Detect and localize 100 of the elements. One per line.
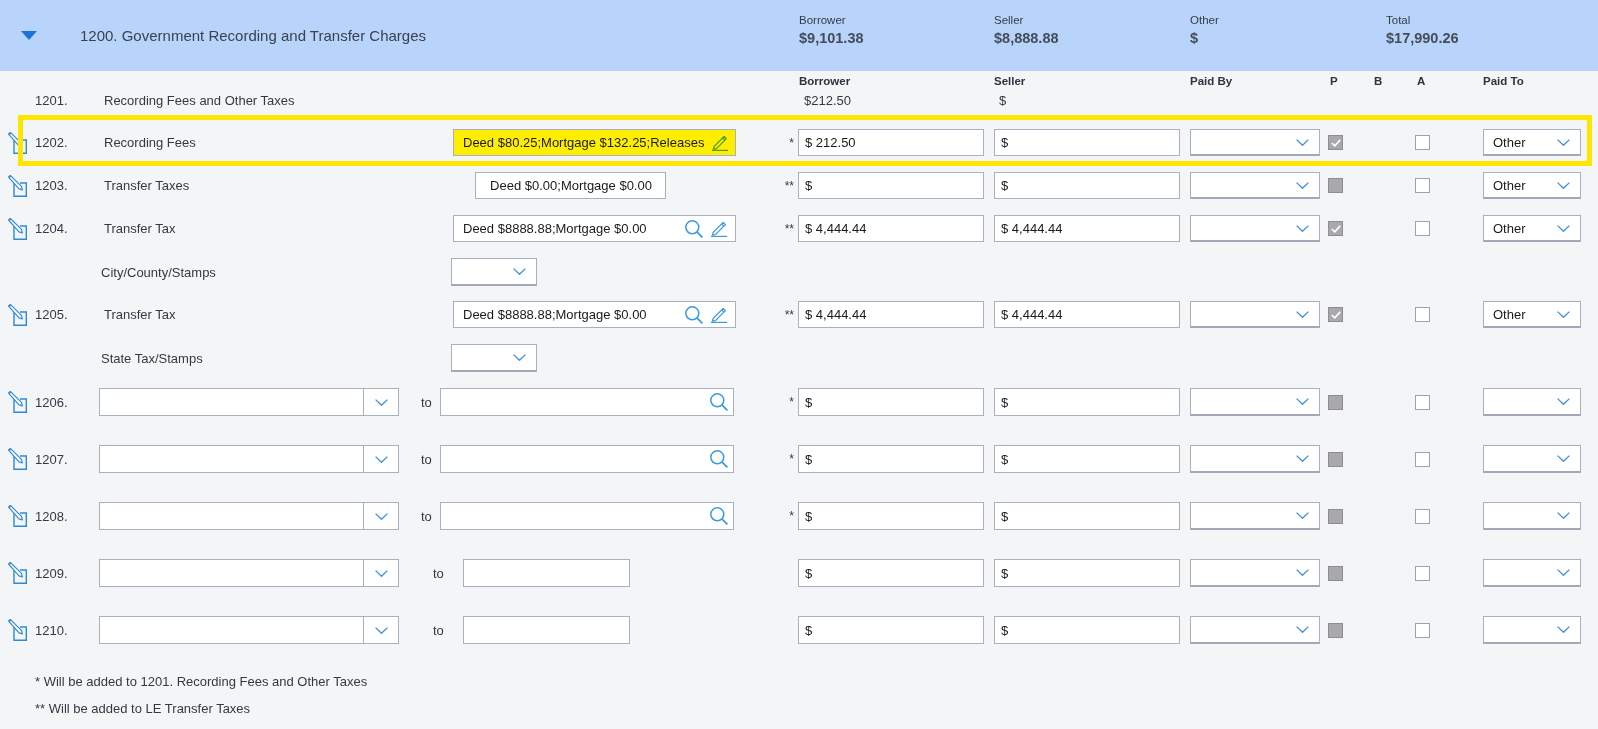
seller-amount-field[interactable]: $ [994,616,1180,644]
paid-by-dropdown[interactable] [1190,616,1320,644]
paid-to-dropdown[interactable]: Other [1483,215,1581,242]
borrower-amount-field[interactable]: $ [798,445,984,473]
a-checkbox[interactable] [1415,221,1430,236]
payee-field[interactable] [463,616,630,644]
caret-icon[interactable] [21,31,37,40]
borrower-amount-field[interactable]: $ [798,559,984,587]
column-header: B [1374,74,1383,87]
payee-field[interactable] [440,388,734,416]
total-amount: $8,888.88 [994,29,1059,47]
pencil-icon[interactable] [711,306,727,323]
paid-to-dropdown[interactable]: Other [1483,129,1581,156]
paid-by-dropdown[interactable] [1190,129,1320,156]
stamps-dropdown[interactable] [451,258,537,286]
seller-amount-field[interactable]: $ [994,559,1180,587]
borrower-amount-field[interactable]: $ [798,172,984,199]
chevron-down-icon [1296,181,1309,189]
a-checkbox[interactable] [1415,508,1430,524]
description-field[interactable]: Deed $0.00;Mortgage $0.00 [475,172,666,199]
pencil-document-icon[interactable] [8,303,27,326]
fee-type-combobox[interactable] [99,502,399,530]
a-checkbox[interactable] [1415,622,1430,638]
search-icon[interactable] [710,507,728,525]
pencil-document-icon[interactable] [8,131,27,154]
a-checkbox[interactable] [1415,178,1430,193]
paid-to-dropdown[interactable] [1483,559,1581,587]
paid-by-dropdown[interactable] [1190,388,1320,416]
footnote-marker: * [789,395,794,409]
to-label: to [421,394,432,410]
paid-by-dropdown[interactable] [1190,502,1320,530]
chevron-down-icon [374,569,388,577]
chevron-down-icon [1557,181,1570,189]
paid-to-dropdown[interactable]: Other [1483,301,1581,328]
seller-amount-field[interactable]: $ [994,445,1180,473]
paid-to-dropdown[interactable] [1483,388,1581,416]
search-icon[interactable] [710,450,728,468]
borrower-amount-field[interactable]: $ 4,444.44 [798,215,984,242]
paid-to-dropdown[interactable]: Other [1483,172,1581,199]
paid-by-dropdown[interactable] [1190,215,1320,242]
description-field[interactable]: Deed $8888.88;Mortgage $0.00 [453,301,736,328]
pencil-document-icon[interactable] [8,217,27,240]
pencil-document-icon[interactable] [8,391,27,413]
borrower-amount-field[interactable]: $ 4,444.44 [798,301,984,328]
footnote-text: ** Will be added to LE Transfer Taxes [35,701,251,716]
paid-by-dropdown[interactable] [1190,445,1320,473]
fee-type-combobox[interactable] [99,445,399,473]
seller-amount-field[interactable]: $ 4,444.44 [994,215,1180,242]
total-amount: $ [1190,29,1199,47]
pencil-document-icon[interactable] [8,619,27,641]
a-checkbox[interactable] [1415,307,1430,322]
search-icon[interactable] [685,305,703,324]
paid-to-dropdown[interactable] [1483,445,1581,473]
fee-type-combobox[interactable] [99,559,399,587]
paid-by-dropdown[interactable] [1190,172,1320,199]
pencil-icon[interactable] [711,220,727,237]
paid-to-dropdown[interactable] [1483,502,1581,530]
paid-to-dropdown[interactable] [1483,616,1581,644]
pencil-icon[interactable] [712,134,729,151]
search-icon[interactable] [685,219,703,238]
stamps-dropdown[interactable] [451,344,537,372]
description-field[interactable]: Deed $80.25;Mortgage $132.25;Releases [453,129,736,156]
fee-label: Recording Fees [104,135,196,150]
pencil-document-icon[interactable] [8,448,27,470]
seller-amount-field[interactable]: $ [994,172,1180,199]
payee-field[interactable] [463,559,630,587]
pencil-document-icon[interactable] [8,174,27,197]
footnote-text: * Will be added to 1201. Recording Fees and Other Taxes [35,674,368,689]
payee-field[interactable] [440,502,734,530]
fee-type-combobox[interactable] [99,388,399,416]
borrower-amount-field[interactable]: $ [798,388,984,416]
pencil-document-icon[interactable] [8,562,27,584]
borrower-amount-field[interactable]: $ [798,616,984,644]
total-label: Other [1190,13,1219,27]
paid-by-dropdown[interactable] [1190,301,1320,328]
pencil-document-icon[interactable] [8,505,27,527]
search-icon[interactable] [710,393,728,411]
a-checkbox[interactable] [1415,451,1430,467]
a-checkbox[interactable] [1415,565,1430,581]
description-field[interactable]: Deed $8888.88;Mortgage $0.00 [453,215,736,242]
footnote-marker: * [789,509,794,523]
footnote-marker: ** [784,307,794,322]
seller-amount-field[interactable]: $ [994,129,1180,156]
fee-type-combobox[interactable] [99,616,399,644]
total-label: Borrower [799,13,846,27]
seller-amount-field[interactable]: $ 4,444.44 [994,301,1180,328]
line-number: 1207. [35,451,68,467]
paid-by-dropdown[interactable] [1190,559,1320,587]
chevron-down-icon [1296,224,1309,232]
chevron-down-icon [513,354,526,361]
seller-amount-field[interactable]: $ [994,388,1180,416]
borrower-amount-field[interactable]: $ 212.50 [798,129,984,156]
seller-amount-field[interactable]: $ [994,502,1180,530]
borrower-amount-field[interactable]: $ [798,502,984,530]
a-checkbox[interactable] [1415,394,1430,410]
chevron-down-icon [374,398,388,406]
chevron-down-icon [1296,398,1309,405]
payee-field[interactable] [440,445,734,473]
a-checkbox[interactable] [1415,135,1430,150]
footnote-marker: * [789,135,794,150]
